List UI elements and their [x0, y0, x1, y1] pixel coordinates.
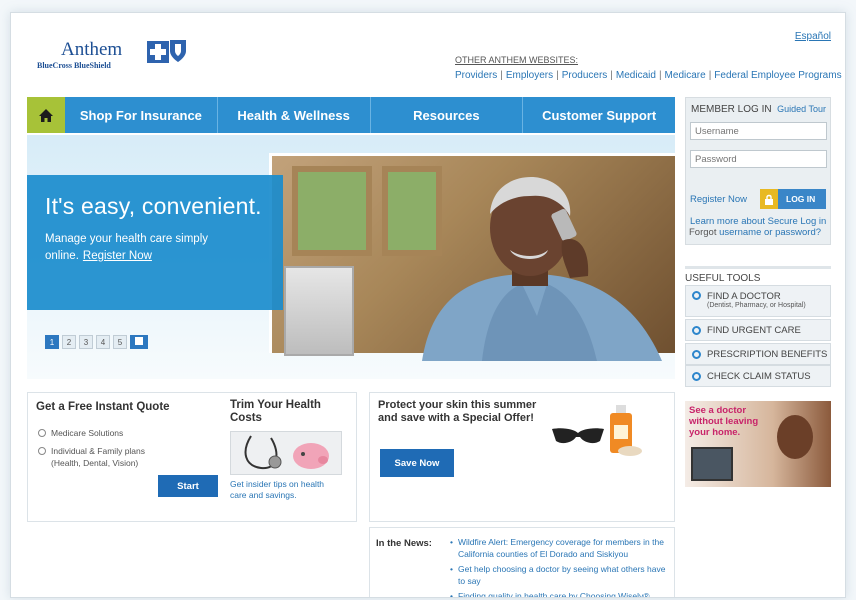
tool-prescription-benefits[interactable]: PRESCRIPTION BENEFITS: [685, 343, 831, 365]
espanol-link[interactable]: Español: [795, 31, 831, 42]
member-login-panel: MEMBER LOG IN Guided Tour Register Now L…: [685, 97, 831, 245]
hero-carousel[interactable]: It's easy, convenient. Manage your healt…: [27, 135, 675, 379]
main-nav: Shop For Insurance Health & Wellness Res…: [27, 97, 675, 133]
radio-individual-family[interactable]: Individual & Family plans (Health, Denta…: [38, 445, 168, 469]
tool-label-text: FIND A DOCTOR: [707, 291, 781, 302]
browser-page: Anthem BlueCross BlueShield Español OTHE…: [10, 12, 846, 598]
stethoscope-piggybank-image: [230, 431, 342, 475]
pager-pause-button[interactable]: [130, 335, 148, 349]
pause-icon: [135, 337, 143, 345]
pager-page-1[interactable]: 1: [45, 335, 59, 349]
tool-label-text: FIND URGENT CARE: [707, 324, 801, 336]
hero-register-link[interactable]: Register Now: [83, 250, 152, 262]
pager-page-4[interactable]: 4: [96, 335, 110, 349]
radio-label: Individual & Family plans (Health, Denta…: [51, 446, 146, 468]
tool-label-text: CHECK CLAIM STATUS: [707, 370, 811, 382]
other-sites-links: Providers | Employers | Producers | Medicaid | M…: [455, 70, 842, 81]
radio-button[interactable]: [38, 429, 46, 437]
forgot-credentials: Forgot username or password?: [689, 227, 821, 238]
man-on-phone-image: [422, 177, 662, 361]
useful-tools-title: USEFUL TOOLS: [685, 266, 831, 284]
blue-cross-icon: [147, 41, 169, 63]
arrow-circle-icon: [692, 371, 701, 381]
quote-panel: Get a Free Instant Quote Medicare Soluti…: [27, 392, 357, 522]
login-title: MEMBER LOG IN: [691, 104, 772, 115]
login-button-label: LOG IN: [786, 194, 816, 204]
arrow-circle-icon: [692, 349, 701, 359]
radio-label: Medicare Solutions: [51, 428, 124, 438]
news-item[interactable]: Finding quality in health care by Choosi…: [450, 590, 670, 597]
logo-name: Anthem: [61, 39, 123, 60]
home-icon: [39, 108, 53, 122]
tool-label-text: PRESCRIPTION BENEFITS: [707, 348, 828, 360]
start-quote-button[interactable]: Start: [158, 475, 218, 497]
pager-page-5[interactable]: 5: [113, 335, 127, 349]
arrow-circle-icon: [692, 291, 701, 300]
guided-tour-link[interactable]: Guided Tour: [777, 104, 826, 114]
forgot-link[interactable]: username or password?: [719, 227, 821, 238]
sun-protection-offer: Protect your skin this summer and save w…: [369, 392, 675, 522]
site-link-medicaid[interactable]: Medicaid: [616, 70, 656, 81]
hero-photo: [269, 153, 675, 361]
offer-title: Protect your skin this summer and save w…: [378, 399, 537, 424]
stethoscope-icon: [244, 435, 329, 470]
tablet-image: [691, 447, 733, 481]
news-label: In the News:: [376, 538, 432, 549]
tool-sublabel: (Dentist, Pharmacy, or Hospital): [707, 302, 806, 309]
blue-shield-icon: [170, 40, 186, 62]
login-button[interactable]: LOG IN: [760, 189, 826, 209]
register-link[interactable]: Register Now: [690, 194, 747, 205]
carousel-pager: 1 2 3 4 5: [45, 335, 148, 349]
nav-customer-support[interactable]: Customer Support: [522, 97, 675, 133]
trim-title: Trim Your Health Costs: [230, 399, 321, 424]
anthem-logo[interactable]: Anthem BlueCross BlueShield: [35, 39, 186, 85]
site-link-producers[interactable]: Producers: [562, 70, 608, 81]
news-list: Wildfire Alert: Emergency coverage for m…: [450, 536, 670, 597]
radio-button[interactable]: [38, 447, 46, 455]
tool-label: FIND A DOCTOR (Dentist, Pharmacy, or Hosp…: [707, 291, 806, 309]
username-input[interactable]: [690, 122, 827, 140]
arrow-circle-icon: [692, 325, 701, 335]
site-link-providers[interactable]: Providers: [455, 70, 497, 81]
radio-medicare[interactable]: Medicare Solutions: [38, 427, 123, 439]
hero-subline: Manage your health care simply online. Re…: [45, 231, 245, 265]
nav-health-wellness[interactable]: Health & Wellness: [216, 97, 370, 133]
hero-headline: It's easy, convenient.: [45, 193, 262, 219]
logo-sub: BlueCross BlueShield: [37, 61, 111, 70]
pager-page-2[interactable]: 2: [62, 335, 76, 349]
tool-claim-status[interactable]: CHECK CLAIM STATUS: [685, 365, 831, 387]
site-link-federal[interactable]: Federal Employee Programs: [714, 70, 841, 81]
sunglasses-icon: [552, 428, 604, 444]
news-item[interactable]: Wildfire Alert: Emergency coverage for m…: [450, 536, 670, 560]
virtual-visit-promo[interactable]: See a doctor without leaving your home.: [685, 401, 831, 487]
promo-text: See a doctor without leaving your home.: [689, 405, 759, 438]
pager-page-3[interactable]: 3: [79, 335, 93, 349]
site-link-medicare[interactable]: Medicare: [665, 70, 706, 81]
news-item[interactable]: Get help choosing a doctor by seeing wha…: [450, 563, 670, 587]
nav-shop-insurance[interactable]: Shop For Insurance: [65, 97, 217, 133]
other-sites-label: OTHER ANTHEM WEBSITES:: [455, 55, 579, 65]
nav-resources[interactable]: Resources: [369, 97, 523, 133]
forgot-prefix: Forgot: [689, 227, 720, 238]
tool-find-doctor[interactable]: FIND A DOCTOR (Dentist, Pharmacy, or Hosp…: [685, 285, 831, 317]
woman-image: [777, 415, 813, 459]
learn-secure-login-link[interactable]: Learn more about Secure Log in: [690, 216, 826, 227]
laptop-shape: [284, 266, 354, 356]
save-now-button[interactable]: Save Now: [380, 449, 454, 477]
site-link-employers[interactable]: Employers: [506, 70, 553, 81]
password-input[interactable]: [690, 150, 827, 168]
trim-tips-link[interactable]: Get insider tips on health care and savi…: [230, 479, 340, 501]
home-button[interactable]: [27, 97, 65, 133]
news-panel: In the News: Wildfire Alert: Emergency c…: [369, 527, 675, 597]
window-shape: [292, 166, 372, 256]
quote-title: Get a Free Instant Quote: [36, 401, 170, 413]
lock-icon: [760, 189, 778, 209]
sunscreen-bottle-icon: [610, 405, 642, 456]
tool-urgent-care[interactable]: FIND URGENT CARE: [685, 319, 831, 341]
